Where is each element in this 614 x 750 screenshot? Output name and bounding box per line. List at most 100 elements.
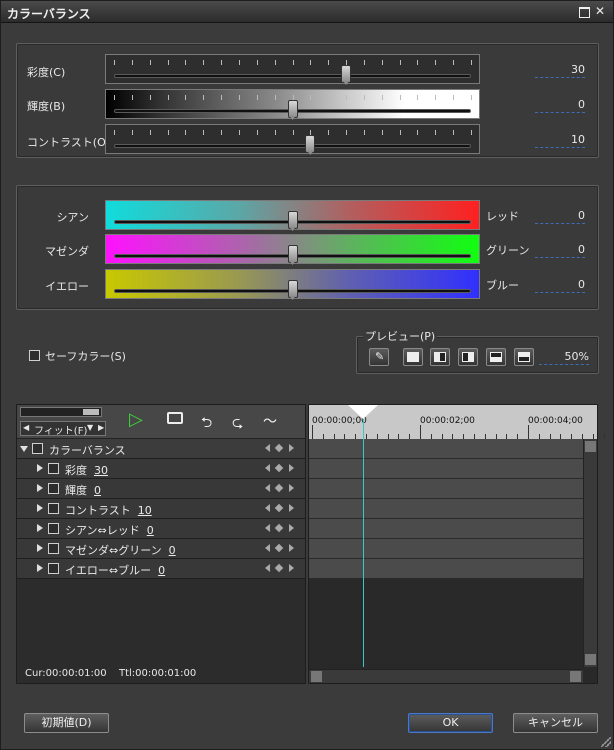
tree-row-yellow-blue[interactable]: イエロー⇔ブルー 0 <box>17 559 305 579</box>
yellow-blue-thumb[interactable] <box>287 280 298 298</box>
magenta-green-thumb[interactable] <box>287 245 298 263</box>
keyframe-nav[interactable] <box>265 483 295 494</box>
scroll-up-icon[interactable] <box>585 441 596 452</box>
horizontal-scrollbar[interactable] <box>309 669 583 683</box>
contrast-slider[interactable] <box>105 124 480 154</box>
tree-row-color-balance[interactable]: カラーバランス <box>17 439 305 459</box>
fit-right-icon[interactable]: ▶ <box>98 423 104 432</box>
tree-value: 0 <box>168 544 176 557</box>
keyframe-lane[interactable] <box>309 439 583 459</box>
contrast-thumb[interactable] <box>305 135 316 153</box>
fit-dropdown[interactable]: ◀ フィット(F) ▼ ▶ <box>20 421 106 437</box>
scroll-down-icon[interactable] <box>585 654 596 665</box>
zoom-scroll-thumb[interactable] <box>83 409 99 415</box>
tree-label: イエロー⇔ブルー <box>65 564 152 577</box>
keyframe-nav[interactable] <box>265 503 295 514</box>
slider-tick <box>221 60 223 65</box>
slider-tick <box>328 130 330 135</box>
keyframe-lane[interactable] <box>309 499 583 519</box>
close-icon[interactable]: ✕ <box>593 5 607 19</box>
vertical-scrollbar[interactable] <box>583 439 597 667</box>
keyframe-nav[interactable] <box>265 523 295 534</box>
tree-value: 0 <box>158 564 166 577</box>
cyan-red-value[interactable]: 0 <box>535 209 585 224</box>
safe-color-checkbox[interactable] <box>29 350 40 361</box>
keyframe-nav[interactable] <box>265 463 295 474</box>
preview-split-left-button[interactable] <box>430 348 450 366</box>
ruler-tick <box>312 425 313 439</box>
expand-icon[interactable] <box>37 544 43 552</box>
tree-checkbox[interactable] <box>48 463 59 474</box>
cyan-red-thumb[interactable] <box>287 211 298 229</box>
keyframe-nav[interactable] <box>265 563 295 574</box>
slider-tick <box>131 95 133 100</box>
cancel-button[interactable]: キャンセル <box>513 713 598 733</box>
cyan-red-slider[interactable] <box>105 200 480 230</box>
preview-split-top-button[interactable] <box>486 348 506 366</box>
tree-row-cyan-red[interactable]: シアン⇔レッド 0 <box>17 519 305 539</box>
previous-keyframe-icon[interactable]: ⮌ <box>201 412 212 436</box>
tree-row-magenta-green[interactable]: マゼンダ⇔グリーン 0 <box>17 539 305 559</box>
tree-label: カラーバランス <box>49 444 126 457</box>
scroll-right-icon[interactable] <box>570 671 581 682</box>
expand-icon[interactable] <box>37 564 43 572</box>
tree-checkbox[interactable] <box>32 443 43 454</box>
brightness-thumb[interactable] <box>287 100 298 118</box>
reset-button[interactable]: 初期値(D) <box>24 713 109 733</box>
slider-tick <box>238 60 240 65</box>
contrast-value[interactable]: 10 <box>535 133 585 148</box>
expand-icon[interactable] <box>37 504 43 512</box>
slider-tick <box>221 130 223 135</box>
slider-track <box>114 144 471 148</box>
tree-row-contrast[interactable]: コントラスト 10 <box>17 499 305 519</box>
tree-checkbox[interactable] <box>48 483 59 494</box>
zoom-scroll-slider[interactable] <box>20 407 102 417</box>
expand-icon[interactable] <box>37 524 43 532</box>
fit-left-icon[interactable]: ◀ <box>23 423 29 432</box>
keyframe-lane[interactable] <box>309 519 583 539</box>
title-bar[interactable]: カラーバランス ✕ <box>1 1 613 23</box>
keyframe-lane[interactable] <box>309 479 583 499</box>
saturation-thumb[interactable] <box>341 65 352 83</box>
loop-play-icon[interactable] <box>167 412 183 424</box>
ok-button[interactable]: OK <box>408 713 493 733</box>
tree-checkbox[interactable] <box>48 503 59 514</box>
tree-row-brightness[interactable]: 輝度 0 <box>17 479 305 499</box>
preview-full-button[interactable] <box>403 348 423 366</box>
tree-row-saturation[interactable]: 彩度 30 <box>17 459 305 479</box>
keyframe-nav[interactable] <box>265 443 295 454</box>
tree-checkbox[interactable] <box>48 543 59 554</box>
safe-color-label[interactable]: セーフカラー(S) <box>45 348 126 364</box>
yellow-blue-value[interactable]: 0 <box>535 278 585 293</box>
graph-icon[interactable]: 〜 <box>263 411 277 431</box>
next-keyframe-icon[interactable]: ⮎ <box>232 412 243 436</box>
resize-grip-icon[interactable] <box>601 737 611 747</box>
magenta-green-value[interactable]: 0 <box>535 243 585 258</box>
keyframe-lane[interactable] <box>309 539 583 559</box>
preview-split-bottom-button[interactable] <box>514 348 534 366</box>
play-icon[interactable]: ▷ <box>129 410 143 430</box>
saturation-slider[interactable] <box>105 54 480 84</box>
magenta-green-slider[interactable] <box>105 234 480 264</box>
tree-checkbox[interactable] <box>48 523 59 534</box>
keyframe-timeline[interactable]: 00:00:00;00 00:00:02;00 00:00:04;00 <box>308 404 605 684</box>
preview-split-right-button[interactable] <box>458 348 478 366</box>
keyframe-lane[interactable] <box>309 559 583 579</box>
keyframe-lane[interactable] <box>309 459 583 479</box>
tree-checkbox[interactable] <box>48 563 59 574</box>
scroll-left-icon[interactable] <box>311 671 322 682</box>
yellow-blue-slider[interactable] <box>105 269 480 299</box>
brightness-slider[interactable] <box>105 89 480 119</box>
collapse-icon[interactable] <box>20 446 28 452</box>
playhead-marker[interactable] <box>348 405 378 419</box>
keyframe-nav[interactable] <box>265 543 295 554</box>
preview-zoom-value[interactable]: 50% <box>539 350 589 365</box>
slider-tick <box>149 60 151 65</box>
expand-icon[interactable] <box>37 484 43 492</box>
brightness-value[interactable]: 0 <box>535 98 585 113</box>
current-time: Cur:00:00:01:00 <box>25 668 107 679</box>
maximize-icon[interactable] <box>577 5 591 19</box>
preview-pen-button[interactable]: ✎ <box>369 348 389 366</box>
saturation-value[interactable]: 30 <box>535 63 585 78</box>
expand-icon[interactable] <box>37 464 43 472</box>
